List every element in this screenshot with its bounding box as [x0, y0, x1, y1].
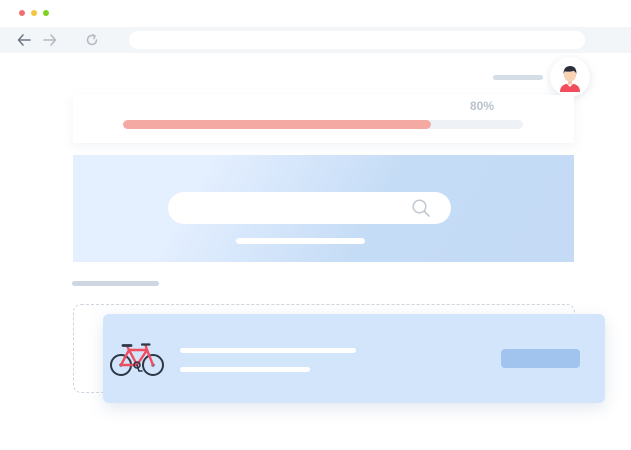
hero-banner — [73, 155, 574, 262]
search-icon[interactable] — [411, 198, 431, 218]
window-close-button[interactable] — [19, 10, 25, 16]
window-minimize-button[interactable] — [31, 10, 37, 16]
reload-icon[interactable] — [83, 31, 101, 49]
progress-card: 80% — [73, 95, 574, 143]
user-avatar[interactable] — [550, 57, 590, 97]
bicycle-icon — [110, 343, 164, 376]
progress-bar — [123, 120, 523, 129]
item-title-placeholder — [180, 348, 356, 353]
forward-arrow-icon[interactable] — [41, 31, 59, 49]
browser-toolbar — [0, 27, 631, 53]
list-item-card[interactable] — [103, 314, 605, 403]
back-arrow-icon[interactable] — [15, 31, 33, 49]
progress-bar-fill — [123, 120, 431, 129]
search-input[interactable] — [168, 192, 451, 224]
user-avatar-icon — [560, 66, 580, 92]
window-maximize-button[interactable] — [43, 10, 49, 16]
hero-caption-placeholder — [236, 238, 365, 244]
address-bar[interactable] — [129, 31, 585, 49]
user-name-placeholder — [493, 75, 543, 80]
section-title-placeholder — [72, 281, 159, 286]
browser-window: 80% — [0, 0, 631, 450]
progress-percentage: 80% — [470, 99, 495, 113]
item-action-button[interactable] — [501, 349, 580, 368]
item-subtitle-placeholder — [180, 367, 310, 372]
